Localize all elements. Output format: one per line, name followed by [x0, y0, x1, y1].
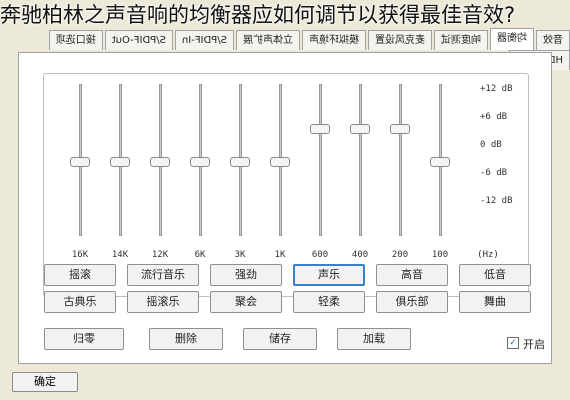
preset-bass-button[interactable]: 低音 [459, 264, 531, 286]
eq-slider-1k[interactable] [270, 84, 290, 236]
enable-label: 开启 [523, 338, 545, 351]
freq-label: 100 [431, 250, 449, 260]
tab-spdif-out[interactable]: S/PDIF-Out [104, 30, 173, 50]
tab-sound-effects[interactable]: 音效 [536, 30, 570, 50]
slider-thumb[interactable] [150, 157, 170, 167]
preset-vocal-button[interactable]: 声乐 [293, 264, 365, 286]
preset-treble-button[interactable]: 高音 [376, 264, 448, 286]
freq-label: 14K [111, 250, 129, 260]
preset-classical-button[interactable]: 古典乐 [44, 291, 116, 313]
eq-slider-100[interactable] [430, 84, 450, 236]
reset-button[interactable]: 归零 [44, 328, 124, 350]
preset-rock-button[interactable]: 摇滚 [44, 264, 116, 286]
freq-label: 1K [274, 250, 286, 260]
freq-label: 3K [234, 250, 246, 260]
slider-thumb[interactable] [190, 157, 210, 167]
freq-label: 400 [351, 250, 369, 260]
db-label: -6 dB [480, 168, 508, 178]
freq-label: 6K [194, 250, 206, 260]
db-label: -12 dB [480, 196, 513, 206]
slider-thumb[interactable] [110, 157, 130, 167]
tab-spdif-in[interactable]: S/PDIF-In [174, 30, 234, 50]
eq-slider-400[interactable] [350, 84, 370, 236]
equalizer-panel: 16K 14K 12K 6K 3K 1K 600 400 200 100 (Hz… [18, 52, 552, 364]
eq-slider-3k[interactable] [230, 84, 250, 236]
slider-thumb[interactable] [350, 124, 370, 134]
save-button[interactable]: 储存 [243, 328, 317, 350]
slider-thumb[interactable] [310, 124, 330, 134]
eq-slider-14k[interactable] [110, 84, 130, 236]
slider-thumb[interactable] [230, 157, 250, 167]
eq-slider-600[interactable] [310, 84, 330, 236]
tab-ports[interactable]: 接口选项 [48, 30, 103, 50]
freq-label: 200 [391, 250, 409, 260]
eq-slider-group: 16K 14K 12K 6K 3K 1K 600 400 200 100 (Hz… [43, 73, 529, 297]
question-caption: 奔驰柏林之声音响的均衡器应如何调节以获得最佳音效? [0, 3, 516, 27]
preset-rockroll-button[interactable]: 摇滚乐 [127, 291, 199, 313]
freq-label: 600 [311, 250, 329, 260]
slider-track [399, 84, 402, 236]
delete-button[interactable]: 删除 [149, 328, 223, 350]
enable-checkbox[interactable]: ✓ [507, 337, 519, 349]
freq-unit-label: (Hz) [477, 250, 499, 260]
slider-track [359, 84, 362, 236]
slider-thumb[interactable] [390, 124, 410, 134]
db-label: 0 dB [480, 140, 502, 150]
equalizer-dialog: 音效 均衡器 响度测试 麦克风设置 模拟环境声 立体声扩展 S/PDIF-In … [0, 0, 570, 400]
eq-slider-6k[interactable] [190, 84, 210, 236]
db-label: +12 dB [480, 84, 513, 94]
preset-club-button[interactable]: 俱乐部 [376, 291, 448, 313]
tab-microphone[interactable]: 麦克风设置 [368, 30, 432, 50]
load-button[interactable]: 加载 [337, 328, 411, 350]
tab-environment[interactable]: 模拟环境声 [302, 30, 366, 50]
slider-track [319, 84, 322, 236]
slider-thumb[interactable] [270, 157, 290, 167]
eq-slider-16k[interactable] [70, 84, 90, 236]
preset-powerful-button[interactable]: 强劲 [210, 264, 282, 286]
freq-label: 12K [151, 250, 169, 260]
ok-button[interactable]: 确定 [12, 372, 78, 392]
slider-thumb[interactable] [70, 157, 90, 167]
tab-equalizer[interactable]: 均衡器 [490, 28, 534, 50]
slider-thumb[interactable] [430, 157, 450, 167]
tab-loudness-test[interactable]: 响度测试 [434, 30, 488, 50]
preset-soft-button[interactable]: 轻柔 [293, 291, 365, 313]
eq-slider-12k[interactable] [150, 84, 170, 236]
preset-party-button[interactable]: 聚会 [210, 291, 282, 313]
db-label: +6 dB [480, 112, 508, 122]
tab-strip: 音效 均衡器 响度测试 麦克风设置 模拟环境声 立体声扩展 S/PDIF-In … [18, 28, 570, 70]
freq-label: 16K [71, 250, 89, 260]
eq-slider-200[interactable] [390, 84, 410, 236]
preset-pop-button[interactable]: 流行音乐 [127, 264, 199, 286]
preset-dance-button[interactable]: 舞曲 [459, 291, 531, 313]
tab-stereo[interactable]: 立体声扩展 [236, 30, 300, 50]
